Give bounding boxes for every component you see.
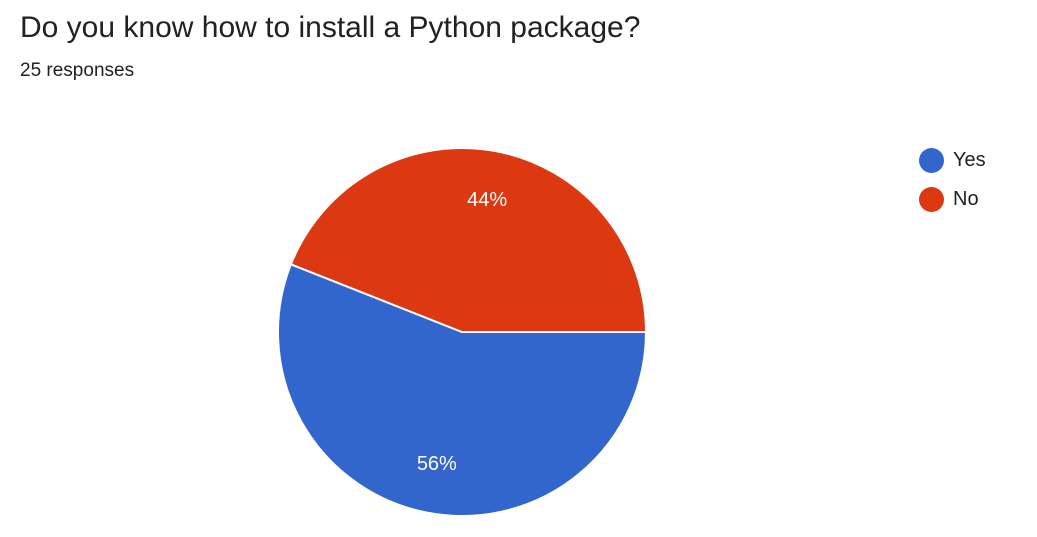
pie-chart: 56% 44% bbox=[277, 147, 648, 517]
legend-swatch-no bbox=[919, 186, 944, 212]
slice-label-no: 44% bbox=[467, 189, 507, 211]
chart-legend: Yes No bbox=[919, 147, 986, 225]
legend-swatch-yes bbox=[919, 147, 944, 173]
legend-label-yes: Yes bbox=[953, 148, 986, 171]
slice-label-yes: 56% bbox=[417, 453, 457, 475]
legend-label-no: No bbox=[953, 187, 979, 210]
pie-slices bbox=[277, 147, 648, 517]
legend-item-yes[interactable]: Yes bbox=[919, 147, 986, 173]
legend-item-no[interactable]: No bbox=[919, 186, 986, 212]
